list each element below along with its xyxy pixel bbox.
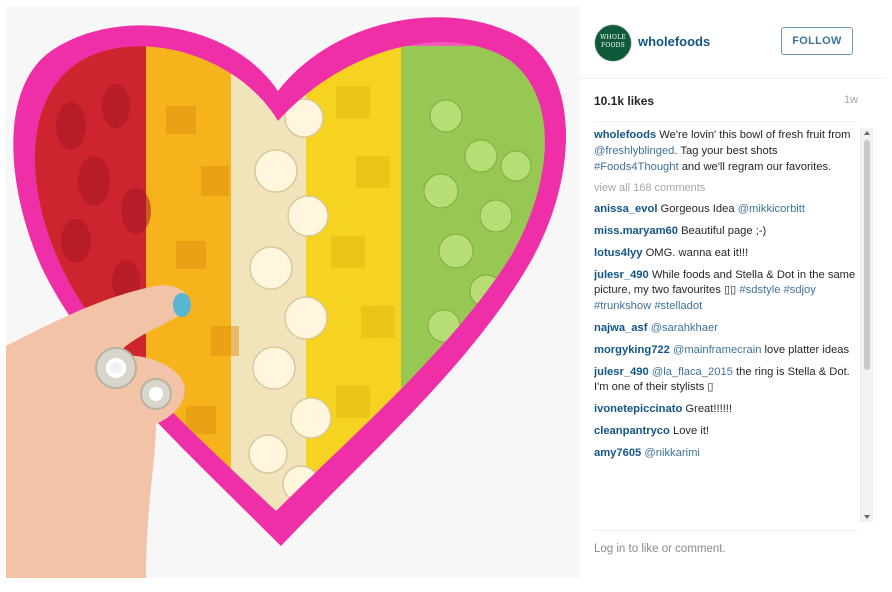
comment: morgyking722 @mainframecrain love platte… [594, 343, 856, 359]
follow-button[interactable]: FOLLOW [781, 27, 853, 55]
comment-mention[interactable]: @mainframecrain [673, 344, 761, 356]
caption-mention[interactable]: @freshlyblinged [594, 145, 674, 157]
post-window: WHOLE FOODS wholefoods FOLLOW 10.1k like… [0, 0, 892, 592]
caption-hashtag[interactable]: #Foods4Thought [594, 161, 679, 173]
comment: cleanpantryco Love it! [594, 424, 856, 440]
fruit-heart-bowl-image [6, 6, 580, 578]
comment-mention[interactable]: @la_flaca_2015 [652, 366, 733, 378]
scroll-up-icon[interactable] [864, 131, 870, 135]
caption-text: and we'll regram our favorites. [678, 160, 832, 173]
comment-username[interactable]: julesr_490 [594, 366, 649, 378]
avatar[interactable]: WHOLE FOODS [594, 24, 632, 62]
comment-username[interactable]: anissa_evol [594, 203, 657, 215]
footer-divider [594, 530, 858, 531]
avatar-logo-text: WHOLE FOODS [600, 34, 626, 49]
scroll-down-icon[interactable] [864, 515, 870, 519]
scrollbar-thumb[interactable] [864, 140, 870, 370]
comment-username[interactable]: amy7605 [594, 447, 641, 459]
caption-username[interactable]: wholefoods [594, 129, 656, 141]
view-all-comments-link[interactable]: view all 168 comments [594, 181, 856, 197]
likes-row: 10.1k likes 1w [594, 94, 858, 112]
comment: ivonetepiccinato Great!!!!!! [594, 402, 856, 418]
comment: julesr_490 @la_flaca_2015 the ring is St… [594, 365, 856, 397]
fingernail [173, 293, 191, 317]
comment: lotus4lyy OMG. wanna eat it!!! [594, 246, 856, 262]
caption: wholefoods We're lovin' this bowl of fre… [594, 128, 856, 175]
comment-text: OMG. wanna eat it!!! [642, 246, 749, 259]
caption-text: We're lovin' this bowl of fresh fruit fr… [656, 129, 851, 141]
comment-username[interactable]: cleanpantryco [594, 425, 670, 437]
post-sidebar: WHOLE FOODS wholefoods FOLLOW 10.1k like… [580, 6, 886, 578]
author-username[interactable]: wholefoods [638, 34, 710, 49]
comment-username[interactable]: morgyking722 [594, 344, 670, 356]
likes-count[interactable]: 10.1k likes [594, 94, 654, 108]
comment: anissa_evol Gorgeous Idea @mikkicorbitt [594, 202, 856, 218]
post-header: WHOLE FOODS wholefoods FOLLOW [580, 6, 886, 79]
comment-username[interactable]: miss.maryam60 [594, 225, 678, 237]
login-to-comment-link[interactable]: Log in to like or comment. [594, 543, 726, 555]
ring-2 [140, 378, 172, 410]
comment-mention[interactable]: @mikkicorbitt [738, 203, 805, 215]
comment: miss.maryam60 Beautiful page ;-) [594, 224, 856, 240]
comments-scrollbar[interactable] [860, 128, 873, 522]
likes-divider [594, 121, 858, 122]
comment: najwa_asf @sarahkhaer [594, 321, 856, 337]
comment: julesr_490 While foods and Stella & Dot … [594, 268, 856, 315]
comment-username[interactable]: lotus4lyy [594, 247, 643, 259]
caption-text: . Tag your best shots [674, 144, 778, 157]
ring-1 [95, 347, 137, 389]
comment-mention[interactable]: @sarahkhaer [651, 322, 718, 334]
post-photo[interactable] [6, 6, 580, 578]
comment: amy7605 @nikkarimi [594, 446, 856, 462]
comments-list: wholefoods We're lovin' this bowl of fre… [594, 128, 856, 522]
comment-text: Gorgeous Idea [657, 203, 738, 216]
comment-text: Beautiful page ;-) [677, 224, 767, 237]
comment-username[interactable]: ivonetepiccinato [594, 403, 682, 415]
comment-username[interactable]: najwa_asf [594, 322, 647, 334]
post-age: 1w [843, 94, 858, 106]
comment-username[interactable]: julesr_490 [594, 269, 649, 281]
comment-mention[interactable]: @nikkarimi [644, 447, 700, 459]
comment-text: Love it! [669, 424, 710, 437]
comment-text: love platter ideas [761, 343, 850, 356]
comment-text: Great!!!!!! [682, 403, 733, 416]
